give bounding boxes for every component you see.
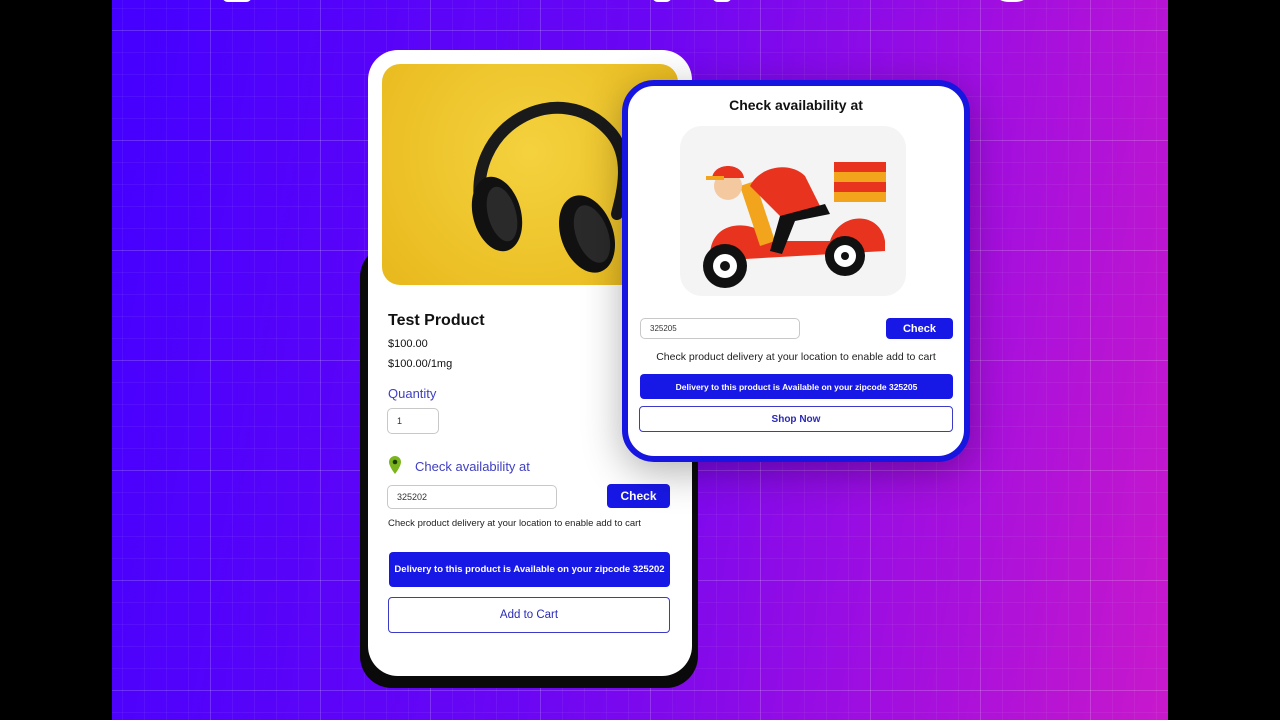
popup-title: Check availability at	[729, 97, 863, 113]
popup-zipcode-input[interactable]: 325205	[640, 318, 800, 339]
quantity-input[interactable]: 1	[387, 408, 439, 434]
availability-popup: Check availability at 325205 Check Check…	[622, 80, 970, 462]
product-title: Test Product	[388, 312, 485, 329]
delivery-scooter-illustration	[680, 126, 906, 296]
availability-label: Check availability at	[415, 459, 530, 474]
check-button[interactable]: Check	[607, 484, 670, 508]
delivery-status-banner: Delivery to this product is Available on…	[389, 552, 670, 587]
unit-price: $100.00/1mg	[388, 358, 453, 370]
zipcode-input[interactable]: 325202	[387, 485, 557, 509]
popup-check-button[interactable]: Check	[886, 318, 953, 339]
delivery-hint: Check product delivery at your location …	[388, 518, 641, 529]
location-pin-icon	[389, 456, 401, 474]
quantity-label: Quantity	[388, 386, 437, 401]
headline-fragment	[222, 0, 252, 2]
product-price: $100.00	[388, 338, 428, 350]
popup-delivery-status-banner: Delivery to this product is Available on…	[640, 374, 953, 399]
shop-now-button[interactable]: Shop Now	[639, 406, 953, 432]
add-to-cart-button[interactable]: Add to Cart	[388, 597, 670, 633]
popup-delivery-hint: Check product delivery at your location …	[656, 351, 936, 363]
